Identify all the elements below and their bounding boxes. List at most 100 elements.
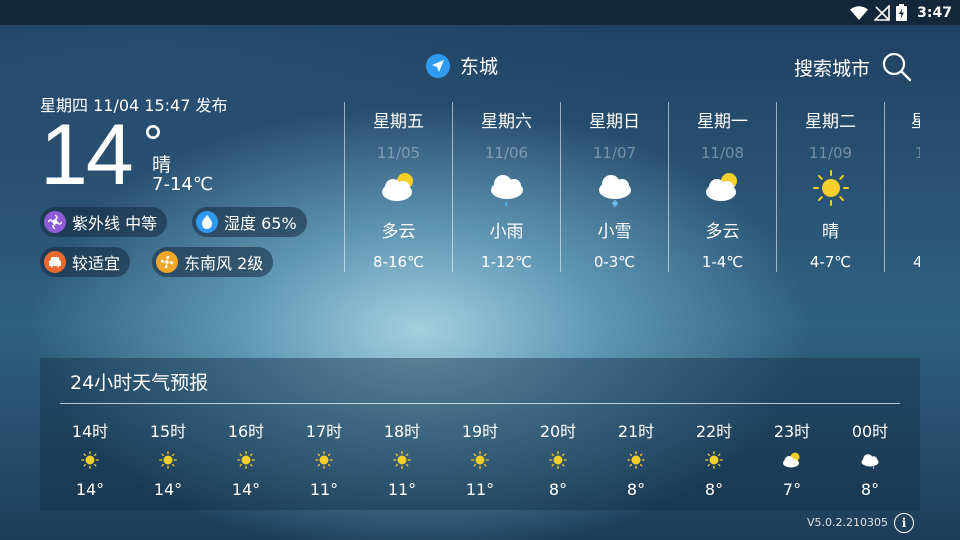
hour-temp: 11° [309, 480, 339, 499]
humidity-chip: 湿度 65% [192, 207, 307, 237]
hour-time: 18时 [383, 422, 421, 441]
humidity-text: 湿度 65% [224, 214, 297, 233]
hour-temp: 8° [626, 480, 646, 499]
sunny-icon [705, 451, 723, 473]
day-range: 4 [913, 253, 920, 271]
status-icons: 3:47 [850, 3, 952, 22]
search-label: 搜索城市 [793, 57, 870, 80]
sunny-icon [471, 451, 489, 473]
day-date: 11/05 [376, 144, 421, 162]
hour-temp: 7° [782, 480, 802, 499]
daily-forecast-item: 星期五 11/05 多云 8-16℃ [344, 102, 452, 272]
hourly-item: 22时 8° [675, 358, 753, 510]
current-condition: 晴 [152, 154, 172, 176]
hourly-item: 16时 14° [207, 358, 285, 510]
hour-time: 17时 [305, 422, 343, 441]
uv-text: 紫外线 中等 [72, 214, 158, 233]
day-date: 11/07 [592, 144, 637, 162]
wind-fan-icon [156, 251, 178, 273]
sunny-icon [81, 451, 99, 473]
light-rain-icon [490, 175, 523, 206]
daily-forecast-item: 星期日 11/07 小雪 0-3℃ [560, 102, 668, 272]
day-range: 0-3℃ [593, 253, 636, 271]
hour-time: 15时 [149, 422, 187, 441]
day-name: 星 [911, 112, 920, 132]
hour-temp: 14° [153, 480, 183, 499]
day-name: 星期日 [589, 112, 640, 132]
day-name: 星期五 [373, 112, 424, 132]
day-condition: 小雨 [489, 222, 524, 242]
city-name: 东城 [460, 56, 499, 78]
day-name: 星期六 [481, 112, 532, 132]
search-city-button[interactable]: 搜索城市 [794, 52, 912, 82]
hourly-item: 19时 11° [441, 358, 519, 510]
day-date: 1 [915, 144, 920, 162]
location-arrow-icon [426, 53, 450, 78]
uv-icon [44, 211, 66, 233]
hour-temp: 11° [465, 480, 495, 499]
light-snow-icon [598, 175, 631, 207]
sunny-icon [627, 451, 645, 473]
sunny-icon [237, 451, 255, 473]
daily-forecast-item-partial: 星 1 4 [884, 102, 920, 272]
day-name: 星期一 [697, 112, 748, 132]
hour-time: 23时 [773, 422, 811, 441]
hourly-forecast-panel[interactable]: 24小时天气预报 14时 14° 15时 14° 16时 14° 17时 11° 18时 11° 1… [40, 358, 920, 510]
hourly-item: 14时 14° [51, 358, 129, 510]
hour-time: 19时 [461, 422, 499, 441]
day-date: 11/09 [808, 144, 853, 162]
status-bar: 3:47 [0, 0, 960, 25]
current-range: 7-14℃ [152, 174, 214, 195]
cloudy-icon [859, 451, 881, 473]
uv-chip: 紫外线 中等 [40, 207, 168, 237]
hourly-item: 18时 11° [363, 358, 441, 510]
sunny-icon [812, 170, 849, 206]
car-wash-chip: 较适宜 [40, 247, 131, 277]
hourly-item: 17时 11° [285, 358, 363, 510]
hourly-item: 20时 8° [519, 358, 597, 510]
hourly-item: 21时 8° [597, 358, 675, 510]
sunny-icon [393, 451, 411, 473]
day-condition: 多云 [381, 222, 416, 242]
version-label: V5.0.2.210305 [806, 516, 888, 529]
partly-cloudy-icon [705, 173, 737, 201]
day-name: 星期二 [805, 112, 856, 132]
hour-temp: 8° [860, 480, 880, 499]
hourly-item: 23时 7° [753, 358, 831, 510]
hour-temp: 11° [387, 480, 417, 499]
hour-temp: 14° [231, 480, 261, 499]
search-icon [882, 52, 912, 82]
hour-time: 20时 [539, 422, 577, 441]
sunny-icon [549, 451, 567, 473]
day-condition: 小雪 [597, 222, 632, 242]
sunny-icon [315, 451, 333, 473]
wind-text: 东南风 2级 [184, 254, 264, 273]
hour-temp: 14° [75, 480, 105, 499]
hour-time: 16时 [227, 422, 265, 441]
daily-forecast-item: 星期一 11/08 多云 1-4℃ [668, 102, 776, 272]
car-icon [44, 251, 66, 273]
day-date: 11/06 [484, 144, 529, 162]
info-icon[interactable]: i [894, 513, 914, 533]
wifi-icon [850, 5, 869, 20]
hour-temp: 8° [548, 480, 568, 499]
day-date: 11/08 [700, 144, 745, 162]
hour-time: 22时 [695, 422, 733, 441]
daily-forecast-item: 星期二 11/09 晴 4-7℃ [776, 102, 884, 272]
partly-cloudy-icon [781, 451, 803, 473]
day-range: 4-7℃ [809, 253, 852, 271]
day-condition: 晴 [822, 222, 839, 242]
battery-charging-icon [896, 4, 908, 21]
hour-temp: 8° [704, 480, 724, 499]
current-temperature: 14 [40, 107, 134, 203]
hour-time: 00时 [851, 422, 889, 441]
status-time: 3:47 [917, 4, 952, 21]
daily-forecast[interactable]: 星期五 11/05 多云 8-16℃ 星期六 11/06 小雨 1-12℃ 星期… [344, 102, 920, 272]
wind-chip: 东南风 2级 [152, 247, 274, 277]
daily-forecast-item: 星期六 11/06 小雨 1-12℃ [452, 102, 560, 272]
location-selector[interactable]: 东城 [426, 52, 498, 79]
hour-time: 14时 [71, 422, 109, 441]
water-drop-icon [196, 211, 218, 233]
day-range: 1-12℃ [481, 253, 532, 271]
no-signal-icon [874, 4, 890, 21]
